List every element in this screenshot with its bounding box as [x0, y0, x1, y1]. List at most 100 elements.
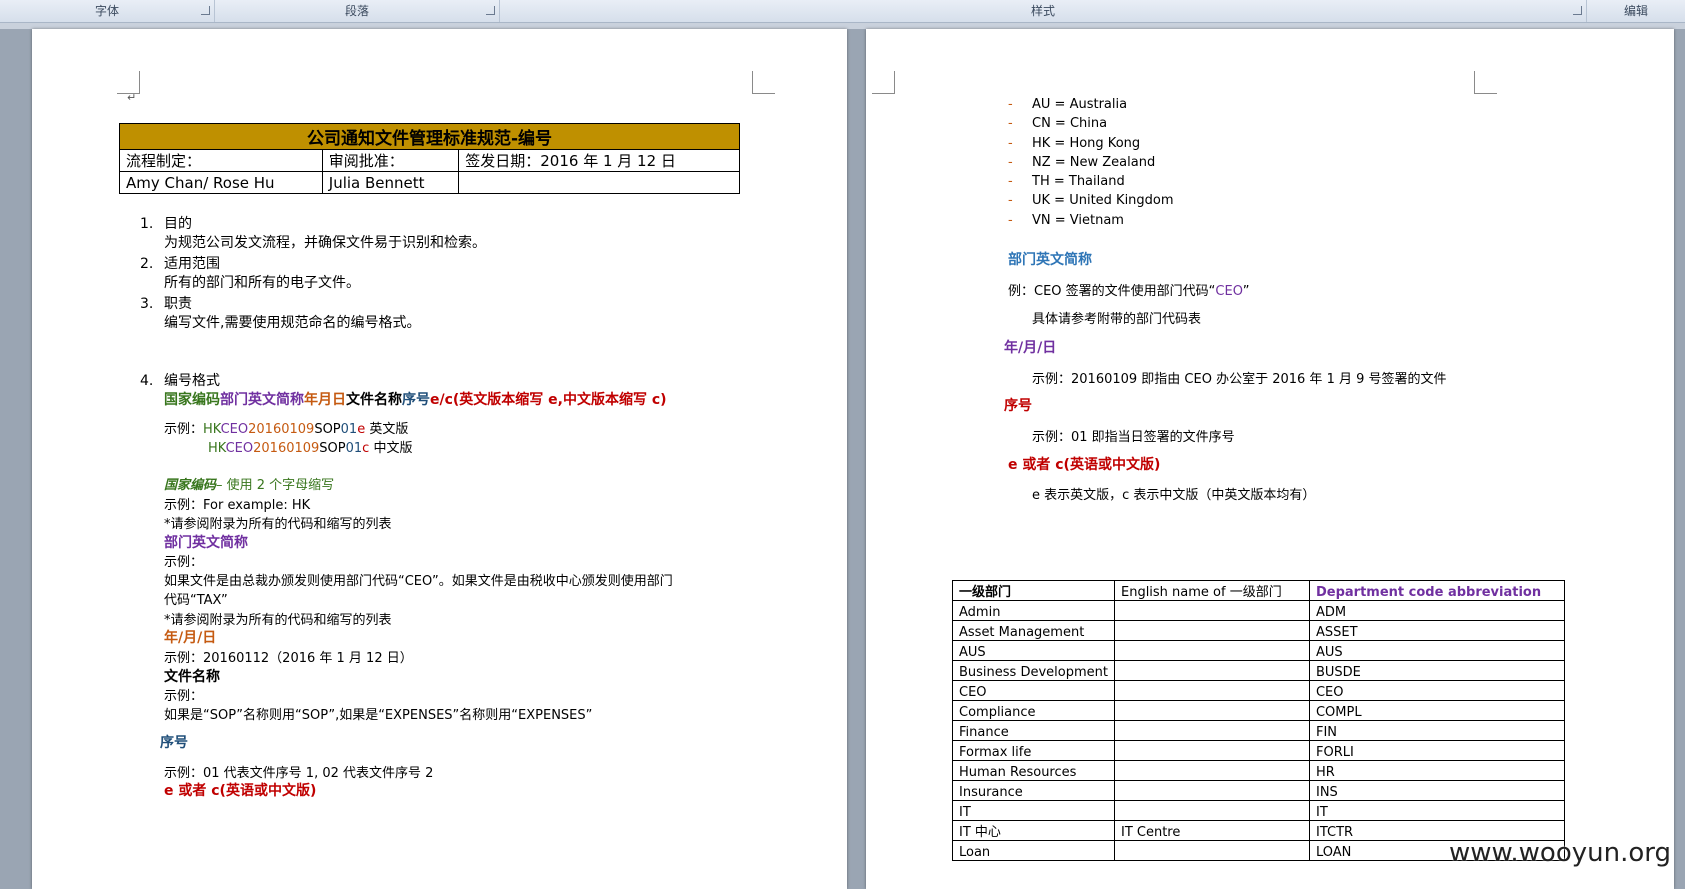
table-cell[interactable]: Compliance — [952, 700, 1115, 721]
header-cell[interactable]: 流程制定： — [119, 149, 323, 172]
dept-text: 如果文件是由总裁办颁发则使用部门代码“CEO”。如果文件是由税收中心颁发则使用部… — [164, 574, 673, 589]
table-cell[interactable]: AUS — [1308, 640, 1565, 661]
table-cell[interactable]: FORLI — [1308, 740, 1565, 761]
table-cell[interactable]: FIN — [1308, 720, 1565, 741]
header-cell[interactable]: 审阅批准： — [321, 149, 460, 172]
country-item: NZ = New Zealand — [1032, 154, 1156, 170]
table-cell[interactable] — [1113, 840, 1310, 861]
dept-text: 代码“TAX” — [164, 593, 228, 608]
example-country: HK — [208, 441, 226, 456]
ribbon-group-bar: 字体 › 段落 › 样式 › 编辑 — [0, 0, 1685, 23]
table-cell[interactable] — [1113, 760, 1310, 781]
lang-heading: e 或者 c(英语或中文版) — [164, 783, 317, 799]
ribbon-group-editing: 编辑 — [1587, 0, 1685, 22]
table-header-cell[interactable]: English name of 一级部门 — [1113, 580, 1310, 601]
watermark: www.wooyun.org — [1448, 838, 1671, 868]
table-row: IT IT — [952, 800, 1565, 821]
section-2-title: 2. 适用范围 — [140, 253, 220, 273]
table-cell[interactable]: ADM — [1308, 600, 1565, 621]
table-cell[interactable]: IT — [952, 800, 1115, 821]
ribbon-group-editing-label: 编辑 — [1623, 4, 1648, 18]
country-item: UK = United Kingdom — [1032, 193, 1174, 209]
example-lang: e — [357, 422, 366, 437]
table-cell[interactable]: IT Centre — [1113, 820, 1310, 841]
table-cell[interactable]: ASSET — [1308, 620, 1565, 641]
header-cell[interactable] — [458, 171, 740, 194]
list-item: - AU = Australia — [1008, 95, 1174, 114]
date-heading: 年/月/日 — [1004, 340, 1057, 356]
table-cell[interactable]: INS — [1308, 780, 1565, 801]
table-cell[interactable] — [1113, 800, 1310, 821]
table-cell[interactable]: Finance — [952, 720, 1115, 741]
list-item: - CN = China — [1008, 114, 1174, 133]
example-desc: 中文版 — [373, 441, 413, 456]
dash-bullet-icon: - — [1008, 135, 1013, 151]
header-cell[interactable]: Julia Bennett — [321, 171, 460, 194]
approver-value: Julia Bennett — [328, 173, 425, 192]
table-row: Insurance INS — [952, 780, 1565, 801]
table-cell[interactable] — [1113, 660, 1310, 681]
section-2-body: 所有的部门和所有的电子文件。 — [164, 275, 360, 291]
appendix-note: *请参阅附录为所有的代码和缩写的列表 — [164, 613, 392, 628]
table-cell[interactable]: Insurance — [952, 780, 1115, 801]
seq-example: 示例：01 代表文件序号 1, 02 代表文件序号 2 — [164, 766, 434, 781]
format-line: 国家编码部门英文简称年月日文件名称序号e/c(英文版本缩写 e,中文版本缩写 c… — [164, 389, 667, 409]
dept-example-code: CEO — [1215, 284, 1243, 299]
country-item: AU = Australia — [1032, 97, 1128, 112]
table-header-cell[interactable]: 一级部门 — [952, 580, 1115, 601]
table-cell[interactable]: AUS — [952, 640, 1115, 661]
format-dept: 部门英文简称 — [220, 392, 304, 408]
table-cell[interactable] — [1113, 640, 1310, 661]
lang-desc: e 表示英文版，c 表示中文版（中英文版本均有） — [1032, 488, 1316, 503]
header-title-cell[interactable]: 公司通知文件管理标准规范-编号 — [119, 123, 740, 150]
header-cell[interactable]: Amy Chan/ Rose Hu — [119, 171, 323, 194]
table-cell[interactable]: BUSDE — [1308, 660, 1565, 681]
table-cell[interactable]: CEO — [952, 680, 1115, 701]
format-lang: e/c(英文版本缩写 e,中文版本缩写 c) — [430, 392, 667, 408]
document-page-1[interactable]: ↵ 公司通知文件管理标准规范-编号 流程制定： 审阅批准： 签发日期：2016 … — [32, 29, 847, 889]
section-number: 3. — [140, 296, 154, 312]
example-seq: 01 — [345, 441, 363, 456]
dept-heading: 部门英文简称 — [1008, 252, 1092, 268]
table-cell[interactable] — [1113, 720, 1310, 741]
table-cell[interactable] — [1113, 620, 1310, 641]
country-example: 示例：For example: HK — [164, 498, 311, 513]
table-cell[interactable]: Asset Management — [952, 620, 1115, 641]
table-cell[interactable]: HR — [1308, 760, 1565, 781]
table-cell[interactable]: Business Development — [952, 660, 1115, 681]
table-cell[interactable]: COMPL — [1308, 700, 1565, 721]
table-cell[interactable] — [1113, 740, 1310, 761]
table-cell[interactable]: IT 中心 — [952, 820, 1115, 841]
header-cell[interactable]: 签发日期：2016 年 1 月 12 日 — [458, 149, 740, 172]
table-cell[interactable]: Admin — [952, 600, 1115, 621]
ribbon-group-font: 字体 › — [0, 0, 215, 22]
table-cell[interactable] — [1113, 600, 1310, 621]
country-item: TH = Thailand — [1032, 174, 1125, 190]
table-cell[interactable]: Loan — [952, 840, 1115, 861]
styles-dialog-launcher-icon[interactable]: › — [1573, 6, 1582, 15]
table-cell[interactable]: CEO — [1308, 680, 1565, 701]
table-cell[interactable]: IT — [1308, 800, 1565, 821]
document-page-2[interactable]: - AU = Australia - CN = China - HK = Hong K… — [866, 29, 1674, 889]
example-dept: CEO — [220, 422, 249, 437]
country-code-line: 国家编码– 使用 2 个字母缩写 — [164, 474, 334, 493]
section-number: 2. — [140, 256, 154, 272]
example-country: HK — [203, 422, 221, 437]
example-line-1: 示例：HKCEO20160109SOP01e 英文版 — [164, 418, 408, 437]
approver-label: 审阅批准： — [328, 152, 404, 170]
dash-bullet-icon: - — [1008, 154, 1013, 170]
dash-bullet-icon: - — [1008, 174, 1013, 190]
ribbon-group-styles: 样式 › — [500, 0, 1587, 22]
font-dialog-launcher-icon[interactable]: › — [201, 6, 210, 15]
table-cell[interactable]: Human Resources — [952, 760, 1115, 781]
table-cell[interactable] — [1113, 700, 1310, 721]
table-cell[interactable]: Formax life — [952, 740, 1115, 761]
table-header-cell[interactable]: Department code abbreviation — [1308, 580, 1565, 601]
table-cell[interactable] — [1113, 680, 1310, 701]
example-date: 20160109 — [248, 422, 315, 437]
table-row: AUS AUS — [952, 640, 1565, 661]
table-cell[interactable] — [1113, 780, 1310, 801]
table-row: Business Development BUSDE — [952, 660, 1565, 681]
table-row: CEO CEO — [952, 680, 1565, 701]
paragraph-dialog-launcher-icon[interactable]: › — [486, 6, 495, 15]
